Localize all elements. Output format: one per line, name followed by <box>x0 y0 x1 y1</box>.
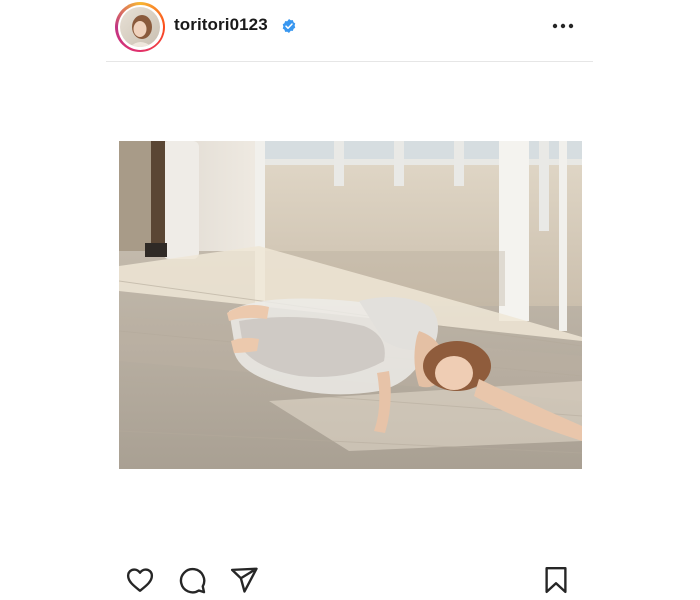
avatar-ring-gap <box>117 4 163 50</box>
send-icon[interactable] <box>229 565 259 595</box>
comment-icon[interactable] <box>177 565 207 595</box>
bookmark-icon[interactable] <box>541 565 571 595</box>
username-link[interactable]: toritori0123 <box>174 15 268 35</box>
post-header: toritori0123 <box>106 0 593 62</box>
instagram-post: toritori0123 <box>106 0 593 600</box>
heart-icon[interactable] <box>125 565 155 595</box>
profile-avatar[interactable] <box>115 2 165 52</box>
more-options-icon[interactable] <box>550 16 576 36</box>
avatar-image <box>120 7 160 47</box>
post-photo[interactable] <box>119 141 582 469</box>
verified-badge-icon <box>282 19 296 33</box>
